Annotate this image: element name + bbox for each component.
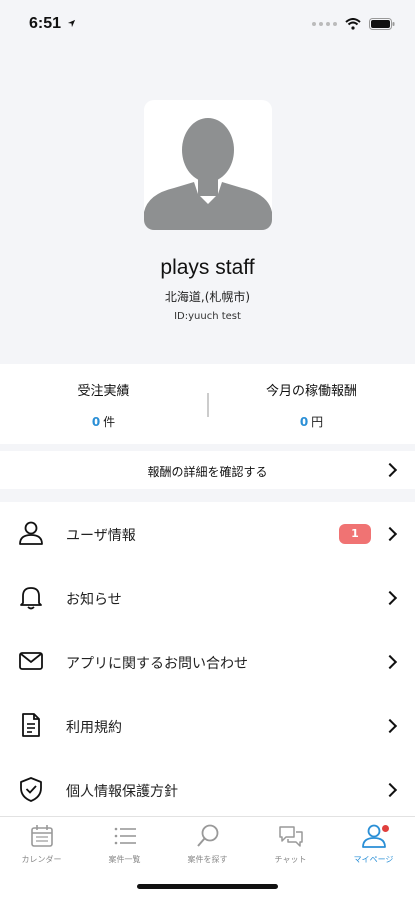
tab-search-jobs[interactable]: 案件を探す <box>166 823 249 865</box>
wifi-icon <box>345 18 361 30</box>
calendar-icon <box>30 825 53 847</box>
document-icon <box>22 713 40 737</box>
profile-name: plays staff <box>160 256 255 279</box>
earnings-stat: 今月の稼働報酬 0円 <box>208 380 415 430</box>
reward-detail-label: 報酬の詳細を確認する <box>147 465 268 479</box>
chevron-right-icon <box>382 654 398 670</box>
earnings-unit: 円 <box>311 415 324 429</box>
earnings-value: 0円 <box>208 413 415 430</box>
location-arrow-icon <box>68 19 76 28</box>
orders-unit: 件 <box>103 415 116 429</box>
tab-label: マイページ <box>353 855 394 864</box>
profile-region: 北海道,(札幌市) <box>164 290 251 304</box>
menu-item-privacy[interactable]: 個人情報保護方針 <box>0 758 415 822</box>
status-indicators <box>312 18 395 30</box>
menu-item-label: アプリに関するお問い合わせ <box>66 656 248 672</box>
status-bar: 6:51 <box>0 0 415 50</box>
default-avatar-icon <box>144 118 272 230</box>
stats-panel: 受注実績 0件 今月の稼働報酬 0円 <box>0 364 415 444</box>
tab-job-list[interactable]: 案件一覧 <box>83 823 166 865</box>
earnings-label: 今月の稼働報酬 <box>265 384 357 399</box>
chevron-right-icon <box>382 782 398 798</box>
tab-my-page[interactable]: マイページ <box>332 823 415 865</box>
tab-label: 案件を探す <box>187 855 228 864</box>
menu-item-user-info[interactable]: ユーザ情報 1 <box>0 502 415 566</box>
battery-icon <box>369 18 395 30</box>
menu-item-contact[interactable]: アプリに関するお問い合わせ <box>0 630 415 694</box>
tab-calendar[interactable]: カレンダー <box>0 823 83 865</box>
earnings-amount: 0 <box>299 415 309 429</box>
bell-icon <box>20 587 42 610</box>
menu-item-label: 利用規約 <box>66 720 122 736</box>
chevron-right-icon <box>382 590 398 606</box>
profile-id: ID:yuuch test <box>174 311 241 322</box>
orders-value: 0件 <box>0 413 207 430</box>
orders-stat: 受注実績 0件 <box>0 380 207 430</box>
menu-item-label: お知らせ <box>66 592 122 608</box>
tab-label: カレンダー <box>21 855 62 864</box>
avatar <box>144 100 272 230</box>
menu-item-label: 個人情報保護方針 <box>66 784 178 800</box>
tab-label: 案件一覧 <box>108 855 141 864</box>
menu-item-terms[interactable]: 利用規約 <box>0 694 415 758</box>
menu-list: ユーザ情報 1 お知らせ アプリに関するお問い合わせ 利用規約 個人情報保護方針 <box>0 502 415 822</box>
orders-count: 0 <box>91 415 101 429</box>
status-time: 6:51 <box>29 15 76 33</box>
home-indicator[interactable] <box>137 884 278 889</box>
profile-section: plays staff 北海道,(札幌市) ID:yuuch test <box>0 50 415 364</box>
chevron-right-icon <box>382 718 398 734</box>
chevron-right-icon <box>382 526 398 542</box>
reward-detail-link[interactable]: 報酬の詳細を確認する <box>0 451 415 489</box>
menu-item-label: ユーザ情報 <box>66 528 136 544</box>
chat-icon <box>278 826 303 847</box>
notification-badge: 1 <box>339 524 371 544</box>
list-icon <box>114 827 136 845</box>
orders-label: 受注実績 <box>77 384 130 399</box>
search-icon <box>196 824 218 847</box>
notification-dot <box>382 825 389 832</box>
tab-label: チャット <box>274 855 307 864</box>
menu-item-notices[interactable]: お知らせ <box>0 566 415 630</box>
user-icon <box>19 521 43 545</box>
cellular-signal-icon <box>312 22 337 26</box>
mail-icon <box>19 652 43 670</box>
shield-check-icon <box>20 777 42 802</box>
tab-chat[interactable]: チャット <box>249 823 332 865</box>
